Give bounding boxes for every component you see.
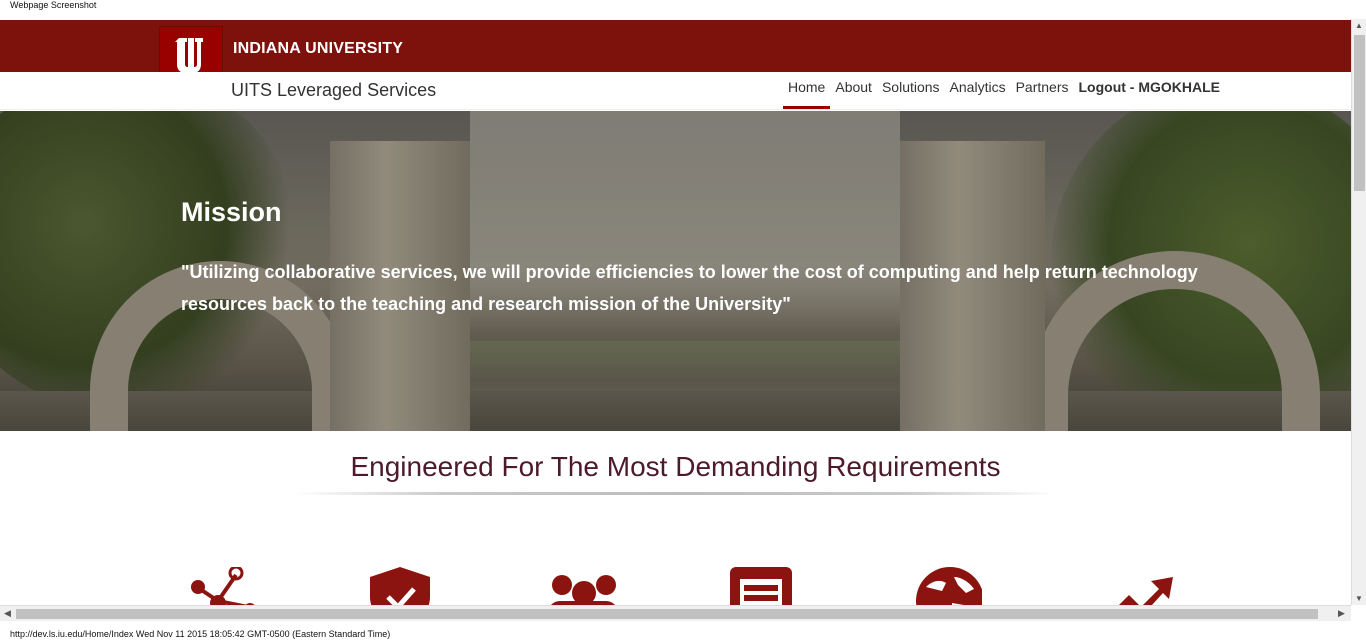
scroll-left-icon[interactable]: ◀ [4,608,11,619]
document-icon[interactable] [728,567,798,605]
hero-banner: Mission "Utilizing collaborative service… [0,111,1351,431]
nav-solutions[interactable]: Solutions [877,79,945,109]
nav-analytics[interactable]: Analytics [945,79,1011,109]
trending-up-icon[interactable] [1105,567,1175,605]
main-nav: Home About Solutions Analytics Partners … [783,79,1225,109]
features-heading: Engineered For The Most Demanding Requir… [350,451,1001,482]
shield-check-icon[interactable] [366,567,436,605]
screenshot-label: Webpage Screenshot [10,0,97,10]
nav-home[interactable]: Home [783,79,831,109]
browser-viewport: INDIANA UNIVERSITY UITS Leveraged Servic… [0,19,1351,605]
mission-title: Mission [181,197,282,227]
university-name: INDIANA UNIVERSITY [233,40,404,57]
scroll-right-icon[interactable]: ▶ [1338,608,1345,619]
heading-divider [295,492,1055,495]
nav-about[interactable]: About [830,79,877,109]
globe-icon[interactable] [912,567,984,605]
mission-quote: "Utilizing collaborative services, we wi… [181,262,1198,314]
nav-partners[interactable]: Partners [1011,79,1074,109]
vertical-scroll-thumb[interactable] [1354,35,1365,191]
scroll-down-icon[interactable]: ▼ [1355,594,1363,603]
nav-logout[interactable]: Logout - MGOKHALE [1074,79,1226,109]
network-icon[interactable] [190,565,260,605]
vertical-scrollbar[interactable]: ▲ ▼ [1351,19,1366,605]
scroll-up-icon[interactable]: ▲ [1355,21,1363,30]
status-bar-text: http://dev.ls.iu.edu/Home/Index Wed Nov … [10,629,391,639]
horizontal-scroll-thumb[interactable] [16,609,1318,619]
horizontal-scrollbar[interactable]: ◀ ▶ [0,605,1351,621]
users-icon[interactable] [548,567,618,605]
site-title[interactable]: UITS Leveraged Services [231,80,436,101]
